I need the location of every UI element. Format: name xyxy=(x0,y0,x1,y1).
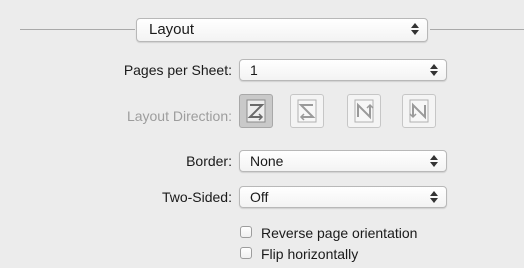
flip-horizontally-label: Flip horizontally xyxy=(261,246,359,262)
two-sided-label: Two-Sided: xyxy=(161,189,232,205)
layout-direction-s-button[interactable] xyxy=(290,94,324,128)
checkbox-box[interactable] xyxy=(240,226,252,238)
layout-direction-n-reverse-button[interactable] xyxy=(347,94,381,128)
border-label: Border: xyxy=(186,153,232,169)
section-popup-value: Layout xyxy=(149,21,195,38)
pages-per-sheet-label: Pages per Sheet: xyxy=(123,62,232,78)
border-value: None xyxy=(250,153,284,169)
two-sided-popup[interactable]: Off xyxy=(239,186,447,208)
z-direction-icon xyxy=(246,99,266,123)
popup-arrows-icon xyxy=(430,63,438,77)
two-sided-value: Off xyxy=(250,189,269,205)
popup-arrows-icon xyxy=(430,190,438,204)
pages-per-sheet-popup[interactable]: 1 xyxy=(239,59,447,81)
n-reverse-direction-icon xyxy=(354,99,374,123)
popup-arrows-icon xyxy=(411,22,419,36)
separator-left xyxy=(20,29,135,30)
separator-right xyxy=(430,29,524,30)
pages-per-sheet-value: 1 xyxy=(250,62,258,78)
border-popup[interactable]: None xyxy=(239,150,447,172)
layout-direction-n-button[interactable] xyxy=(402,94,436,128)
reverse-orientation-label: Reverse page orientation xyxy=(261,225,418,241)
n-direction-icon xyxy=(409,99,429,123)
checkbox-box[interactable] xyxy=(240,247,252,259)
popup-arrows-icon xyxy=(430,154,438,168)
section-popup[interactable]: Layout xyxy=(136,18,428,42)
layout-direction-label: Layout Direction: xyxy=(126,108,232,124)
layout-direction-z-button[interactable] xyxy=(239,94,273,128)
s-direction-icon xyxy=(297,99,317,123)
